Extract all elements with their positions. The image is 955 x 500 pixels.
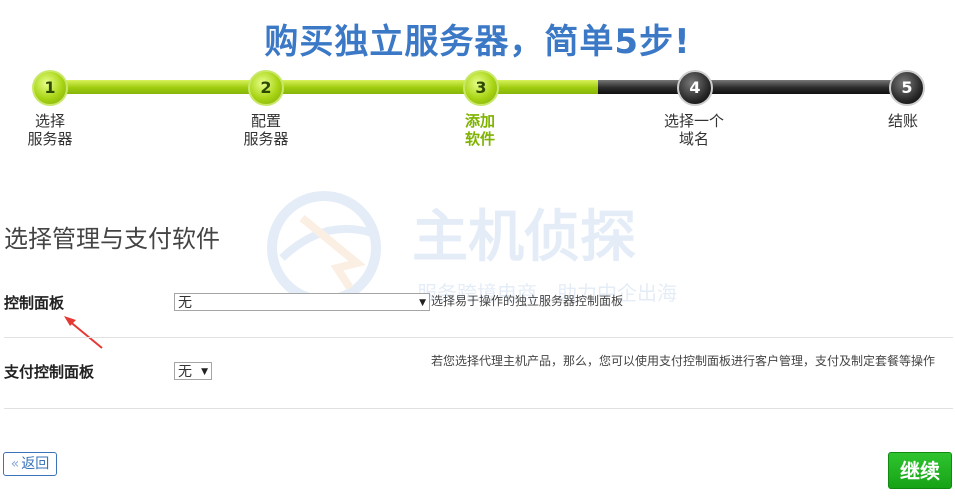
divider [4, 408, 953, 409]
continue-button[interactable]: 继续 [888, 452, 952, 489]
control-panel-label: 控制面板 [4, 294, 65, 312]
back-button[interactable]: «返回 [3, 452, 57, 476]
step-3-circle: 3 [463, 70, 499, 106]
payment-panel-label: 支付控制面板 [4, 363, 95, 381]
dropdown-arrow-icon: ▼ [419, 298, 426, 308]
step-5-circle: 5 [889, 70, 925, 106]
step-2-label-line1: 配置 [250, 112, 281, 130]
step-4-label-line1: 选择一个 [663, 112, 724, 130]
section-title: 选择管理与支付软件 [4, 225, 220, 253]
payment-panel-select[interactable]: 无 ▼ [174, 362, 212, 380]
payment-panel-help: 若您选择代理主机产品，那么，您可以使用支付控制面板进行客户管理，支付及制定套餐等… [431, 354, 936, 368]
step-1-label-line2: 服务器 [27, 130, 73, 148]
step-4-label-line2: 域名 [678, 130, 709, 148]
step-2-label-line2: 服务器 [243, 130, 289, 148]
dropdown-arrow-icon: ▼ [201, 367, 208, 377]
progress-track-remaining [598, 80, 910, 94]
progress-track-completed [48, 80, 602, 94]
red-arrow-annotation [64, 316, 103, 349]
step-1-label[interactable]: 选择 服务器 [0, 112, 105, 148]
divider [4, 337, 953, 338]
step-3-label: 添加 软件 [425, 112, 535, 148]
chevron-left-icon: « [10, 456, 20, 472]
step-1-circle[interactable]: 1 [32, 70, 68, 106]
control-panel-help: 选择易于操作的独立服务器控制面板 [431, 294, 624, 308]
step-4-label: 选择一个 域名 [639, 112, 749, 148]
control-panel-select[interactable]: 无 ▼ [174, 293, 430, 311]
step-2-circle[interactable]: 2 [248, 70, 284, 106]
step-4-circle: 4 [677, 70, 713, 106]
watermark-logo: 主机侦探 服务跨境电商，助力中企出海 [267, 191, 677, 305]
step-1-label-line1: 选择 [34, 112, 65, 130]
step-5-label-line1: 结账 [887, 112, 918, 130]
step-5-label: 结账 [848, 112, 955, 130]
watermark-brand: 主机侦探 [412, 205, 636, 270]
step-2-label[interactable]: 配置 服务器 [211, 112, 321, 148]
control-panel-selected-value: 无 [178, 295, 192, 311]
page-title: 购买独立服务器，简单5步! [264, 22, 691, 62]
step-3-label-line1: 添加 [464, 112, 495, 130]
back-button-label: 返回 [21, 456, 50, 472]
payment-panel-selected-value: 无 [178, 364, 192, 380]
step-3-label-line2: 软件 [464, 130, 495, 148]
watermark: 主机侦探 服务跨境电商，助力中企出海 [262, 188, 712, 308]
